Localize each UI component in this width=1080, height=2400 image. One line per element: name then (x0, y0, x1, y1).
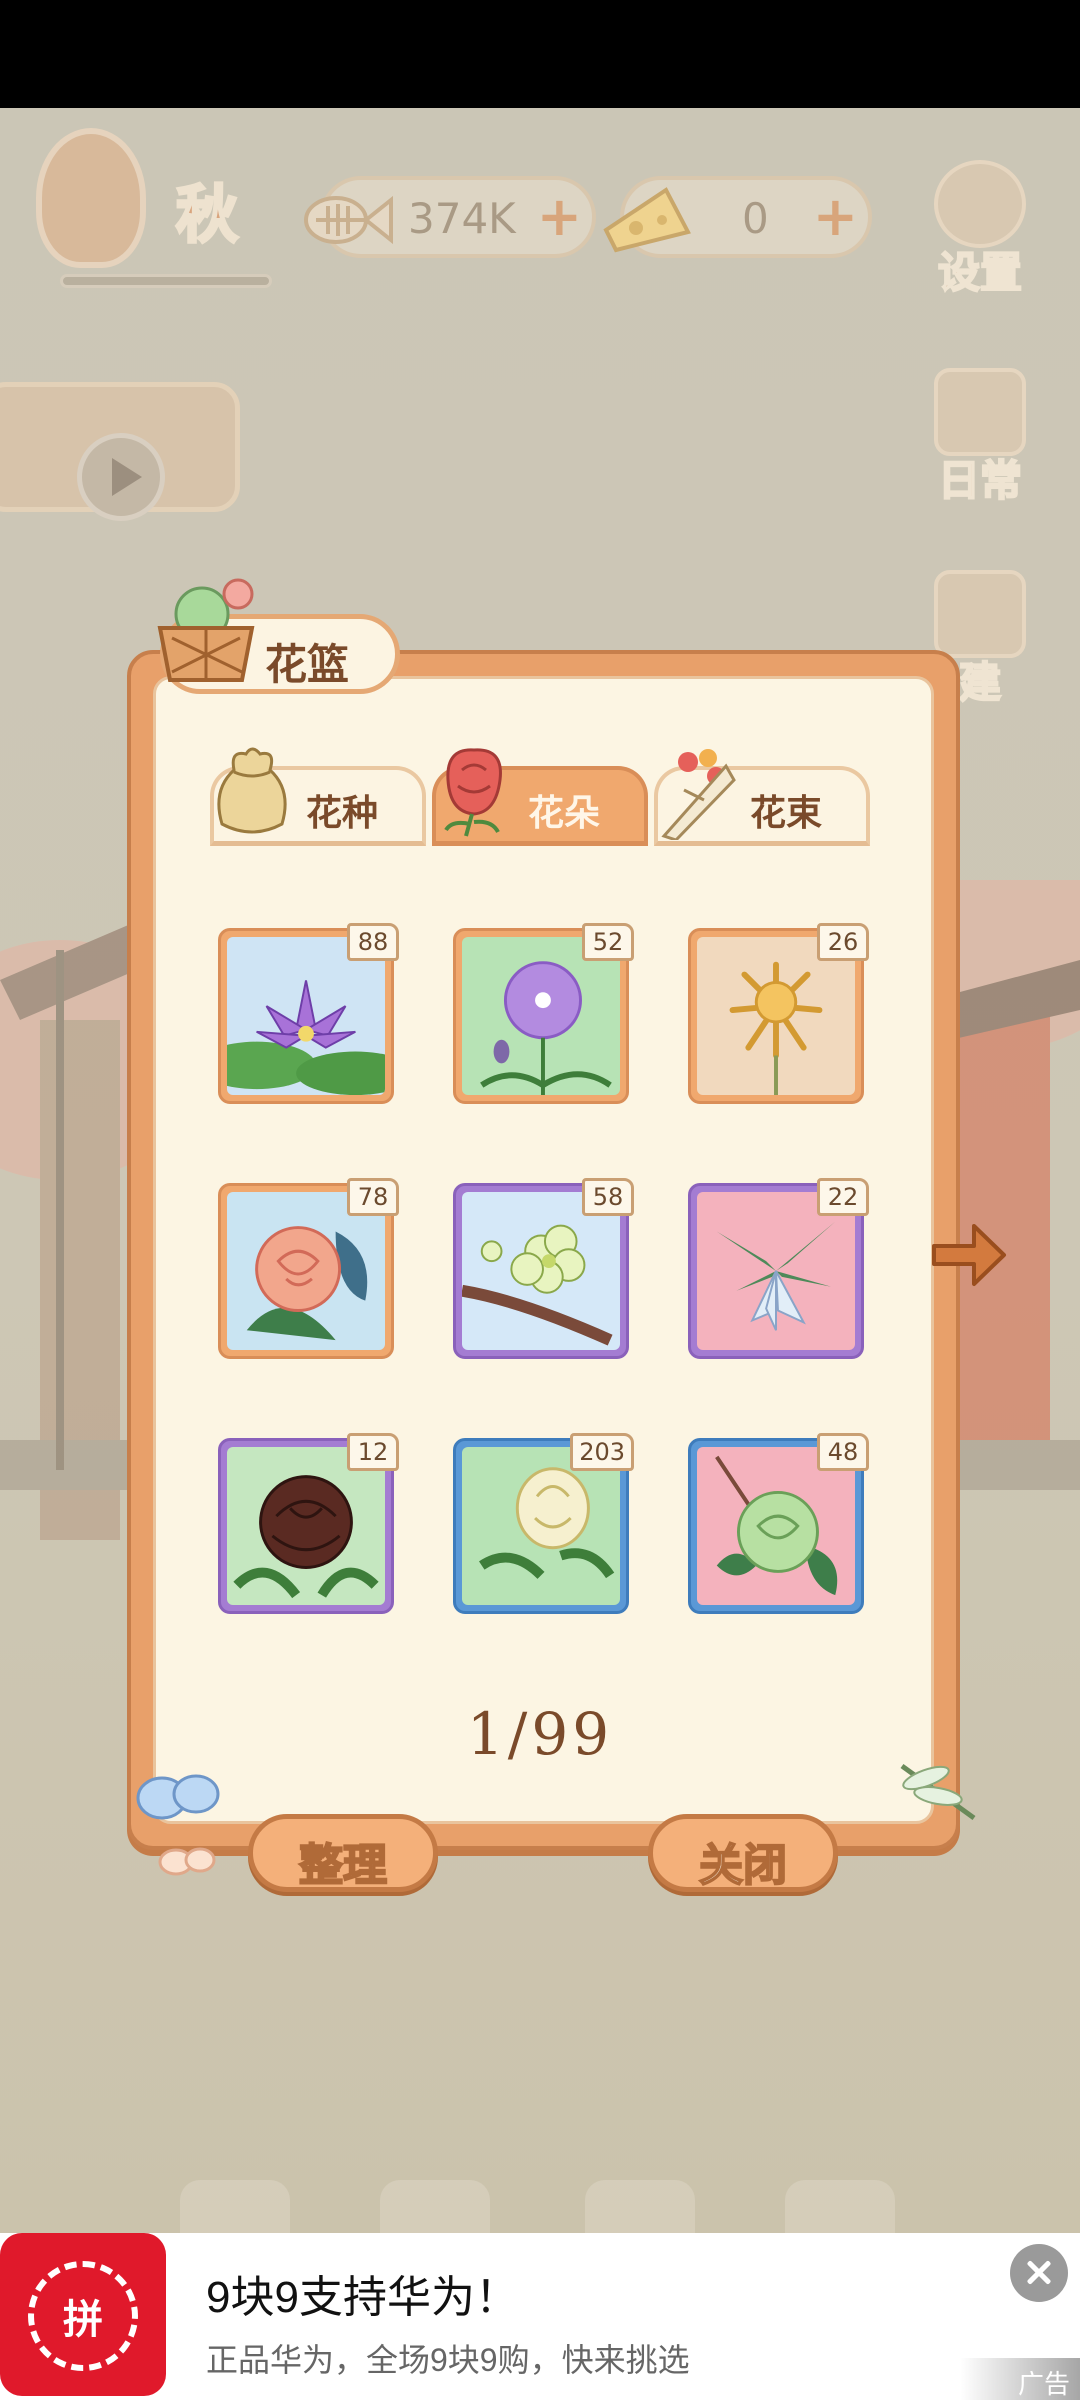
ad-logo-text: 拼 (63, 2297, 103, 2343)
play-icon (77, 433, 165, 521)
ad-brand-logo: 拼 (0, 2233, 166, 2396)
seed-bag-icon (217, 747, 287, 834)
item-count: 22 (817, 1178, 869, 1216)
next-page-arrow-icon[interactable] (930, 1218, 1008, 1292)
fish-currency-counter: 374K + (304, 176, 596, 258)
butterfly-icon (136, 1774, 220, 1876)
cheese-currency-counter: 0 + (603, 176, 872, 258)
season-badge[interactable]: 秋 (36, 128, 272, 288)
settings-label: 设置 (937, 247, 1023, 298)
season-label: 秋 (174, 177, 239, 253)
flower-slot-lily[interactable]: 22 (688, 1178, 869, 1359)
ad-tag-label: 广告 (1017, 2370, 1070, 2400)
page-indicator: 1/99 (466, 1700, 614, 1768)
ad-banner[interactable]: 拼 9块9支持华为！ 正品华为，全场9块9购，快来挑选 (0, 2233, 1080, 2400)
daily-label: 日常 (937, 455, 1023, 506)
item-count: 52 (582, 923, 634, 961)
notebook-icon (934, 368, 1026, 456)
dragonfly-icon (900, 1763, 976, 1821)
flower-slot-green-rose[interactable]: 48 (688, 1433, 869, 1614)
item-count: 203 (570, 1433, 634, 1471)
tree-icon (36, 128, 146, 268)
ad-close-icon[interactable] (1010, 2244, 1068, 2302)
video-reward-button[interactable] (0, 382, 240, 521)
bouquet-icon (661, 749, 736, 840)
flower-slot-water-lily[interactable]: 88 (218, 923, 399, 1104)
panel-title: 花篮 (265, 640, 350, 689)
fish-bone-icon (304, 195, 393, 245)
flower-slot-dark-peony[interactable]: 12 (218, 1433, 399, 1614)
season-progress-bar (60, 274, 272, 288)
cheese-icon (603, 187, 691, 253)
gear-icon (934, 160, 1026, 248)
hammer-icon (934, 570, 1026, 658)
ad-tag: 广告 (960, 2358, 1080, 2400)
flower-basket-icon (157, 578, 255, 682)
flower-slot-purple-dandelion[interactable]: 52 (453, 923, 634, 1104)
tab-flowers-label: 花朵 (528, 793, 601, 834)
dock-item[interactable] (380, 2180, 490, 2240)
dock-item[interactable] (785, 2180, 895, 2240)
item-count: 88 (347, 923, 399, 961)
fish-value: 374K (408, 194, 516, 243)
sort-button[interactable]: 整理 (248, 1814, 438, 1892)
status-bar (0, 0, 1080, 108)
tab-seeds-label: 花种 (306, 793, 379, 834)
add-cheese-button[interactable]: + (813, 190, 858, 244)
close-button[interactable]: 关闭 (648, 1814, 838, 1892)
flower-slot-plum-blossom[interactable]: 58 (453, 1178, 634, 1359)
flower-slot-golden-chrysanthemum[interactable]: 26 (688, 923, 869, 1104)
close-button-label: 关闭 (698, 1839, 788, 1892)
settings-button[interactable]: 设置 (920, 160, 1040, 300)
ad-title: 9块9支持华为！ (206, 2273, 519, 2322)
item-count: 26 (817, 923, 869, 961)
item-count: 48 (817, 1433, 869, 1471)
add-fish-button[interactable]: + (537, 190, 582, 244)
item-count: 12 (347, 1433, 399, 1471)
cheese-value: 0 (742, 194, 769, 243)
item-count: 78 (347, 1178, 399, 1216)
rose-icon (444, 748, 502, 837)
item-count: 58 (582, 1178, 634, 1216)
flower-slot-rose[interactable]: 78 (218, 1178, 399, 1359)
sort-button-label: 整理 (298, 1839, 388, 1892)
flower-slot-white-camellia[interactable]: 203 (453, 1433, 634, 1614)
tab-bouquet-label: 花束 (750, 793, 823, 834)
ad-description: 正品华为，全场9块9购，快来挑选 (206, 2342, 690, 2378)
dock-item[interactable] (585, 2180, 695, 2240)
daily-button[interactable]: 日常 (920, 368, 1040, 508)
dock-item[interactable] (180, 2180, 290, 2240)
